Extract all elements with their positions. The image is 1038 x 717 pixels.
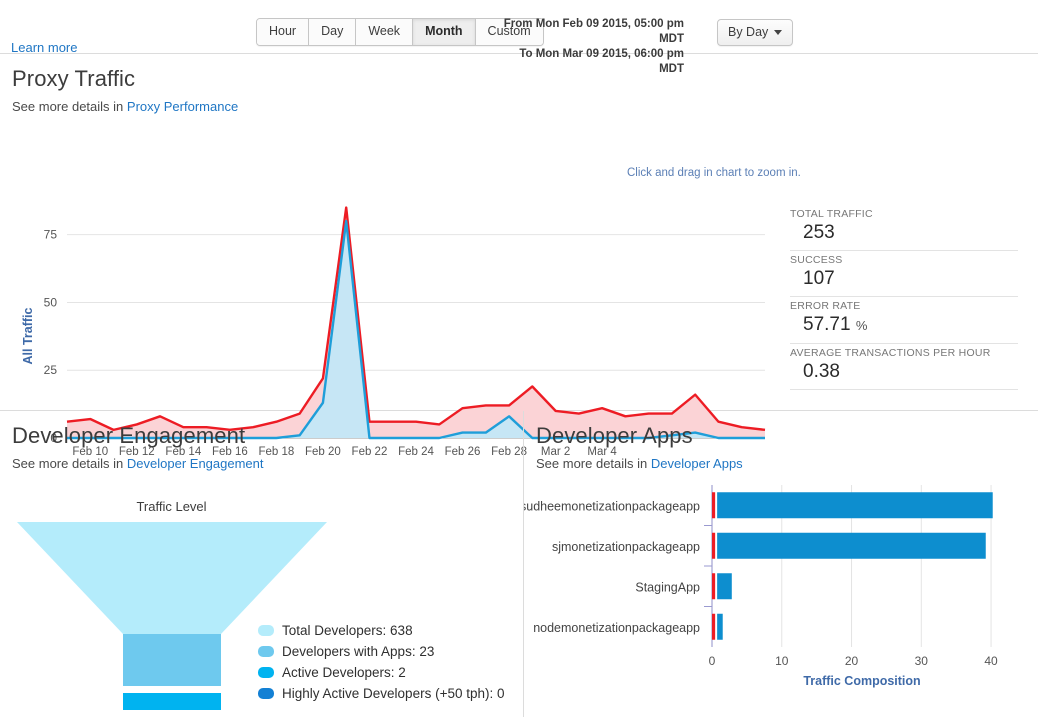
proxy-performance-link[interactable]: Proxy Performance xyxy=(127,99,238,114)
stat-success: SUCCESS 107 xyxy=(790,251,1018,297)
x-axis-tick: 10 xyxy=(775,654,789,668)
bar-segment-errors xyxy=(712,614,715,640)
bar-segment-traffic xyxy=(717,573,732,599)
time-range-button-group: Hour Day Week Month Custom xyxy=(256,18,544,46)
chevron-down-icon xyxy=(774,30,782,35)
stat-label: AVERAGE TRANSACTIONS PER HOUR xyxy=(790,347,1018,359)
bar-segment-errors xyxy=(712,573,715,599)
bar-segment-traffic xyxy=(717,533,986,559)
proxy-traffic-stats: TOTAL TRAFFIC 253 SUCCESS 107 ERROR RATE… xyxy=(790,206,1018,390)
legend-item-total-developers: Total Developers: 638 xyxy=(258,620,505,641)
de-subtitle-text: See more details in xyxy=(12,456,127,471)
bar-category-label: nodemonetizationpackageapp xyxy=(533,621,700,635)
series-area xyxy=(67,221,765,438)
bottom-row: Developer Engagement See more details in… xyxy=(0,411,1038,717)
developer-apps-bar-svg[interactable]: 0 10 20 30 40 Traffic Composition sudheemoneti… xyxy=(524,481,1024,706)
funnel-stage-developers-with-apps xyxy=(123,634,221,686)
developer-apps-link[interactable]: Developer Apps xyxy=(651,456,743,471)
stat-value: 107 xyxy=(790,267,1018,291)
funnel-legend: Total Developers: 638 Developers with Ap… xyxy=(258,620,505,704)
stat-label: TOTAL TRAFFIC xyxy=(790,208,1018,220)
legend-label: Total Developers: 638 xyxy=(282,620,413,641)
legend-swatch xyxy=(258,667,274,678)
bar-segment-traffic xyxy=(717,614,723,640)
stat-label: SUCCESS xyxy=(790,254,1018,266)
x-axis-tick: 40 xyxy=(984,654,998,668)
top-toolbar: Learn more Hour Day Week Month Custom Fr… xyxy=(0,0,1038,54)
legend-swatch xyxy=(258,646,274,657)
y-axis-label: All Traffic xyxy=(21,307,35,364)
x-axis-tick: 20 xyxy=(845,654,859,668)
stat-label: ERROR RATE xyxy=(790,300,1018,312)
stat-number: 57.71 xyxy=(803,314,851,335)
x-axis-tick: 0 xyxy=(709,654,716,668)
stat-total-traffic: TOTAL TRAFFIC 253 xyxy=(790,206,1018,251)
series-area xyxy=(67,208,765,438)
stat-unit: % xyxy=(856,318,868,333)
bar-segment-errors xyxy=(712,533,715,559)
legend-swatch xyxy=(258,625,274,636)
proxy-traffic-subtitle: See more details in Proxy Performance xyxy=(12,99,1038,114)
developer-engagement-subtitle: See more details in Developer Engagement xyxy=(12,456,523,471)
bar-category-label: sjmonetizationpackageapp xyxy=(552,540,700,554)
range-tab-month[interactable]: Month xyxy=(413,19,475,45)
developer-apps-title: Developer Apps xyxy=(536,423,1038,449)
stat-avg-transactions-per-hour: AVERAGE TRANSACTIONS PER HOUR 0.38 xyxy=(790,344,1018,390)
bar-category-label: StagingApp xyxy=(635,580,700,594)
y-axis-tick: 75 xyxy=(44,228,58,242)
proxy-traffic-title: Proxy Traffic xyxy=(12,66,1038,92)
legend-label: Developers with Apps: 23 xyxy=(282,641,434,662)
stat-number: 253 xyxy=(803,222,835,243)
stat-number: 0.38 xyxy=(803,361,840,382)
stat-number: 107 xyxy=(803,268,835,289)
range-tab-hour[interactable]: Hour xyxy=(257,19,309,45)
legend-item-developers-with-apps: Developers with Apps: 23 xyxy=(258,641,505,662)
legend-item-active-developers: Active Developers: 2 xyxy=(258,662,505,683)
developer-apps-panel: Developer Apps See more details in Devel… xyxy=(524,411,1038,717)
legend-label: Highly Active Developers (+50 tph): 0 xyxy=(282,683,505,704)
date-range-from: From Mon Feb 09 2015, 05:00 pm MDT xyxy=(502,17,684,47)
stat-error-rate: ERROR RATE 57.71 % xyxy=(790,297,1018,344)
developer-engagement-link[interactable]: Developer Engagement xyxy=(127,456,264,471)
range-tab-day[interactable]: Day xyxy=(309,19,356,45)
funnel-stage-total-developers xyxy=(17,522,327,634)
learn-more-link[interactable]: Learn more xyxy=(11,40,77,55)
developer-engagement-title: Developer Engagement xyxy=(12,423,523,449)
series-line xyxy=(67,221,765,438)
legend-item-highly-active-developers: Highly Active Developers (+50 tph): 0 xyxy=(258,683,505,704)
stat-value: 0.38 xyxy=(790,360,1018,384)
series-line xyxy=(67,208,765,430)
granularity-label: By Day xyxy=(728,25,768,39)
proxy-subtitle-text: See more details in xyxy=(12,99,127,114)
x-axis-label: Traffic Composition xyxy=(803,674,920,688)
funnel-chart-title: Traffic Level xyxy=(0,499,343,514)
stat-value: 57.71 % xyxy=(790,313,1018,338)
stat-value: 253 xyxy=(790,221,1018,245)
x-axis-tick: 30 xyxy=(915,654,929,668)
funnel-stage-active-developers xyxy=(123,693,221,710)
granularity-dropdown[interactable]: By Day xyxy=(717,19,793,46)
legend-swatch xyxy=(258,688,274,699)
funnel-separator xyxy=(123,686,221,690)
bar-category-label: sudheemonetizationpackageapp xyxy=(524,499,700,513)
y-axis-tick: 25 xyxy=(44,363,58,377)
chart-zoom-hint: Click and drag in chart to zoom in. xyxy=(627,167,801,179)
range-tab-week[interactable]: Week xyxy=(356,19,413,45)
bar-segment-errors xyxy=(712,492,715,518)
y-axis-tick: 50 xyxy=(44,295,58,309)
bar-segment-traffic xyxy=(717,492,993,518)
developer-apps-subtitle: See more details in Developer Apps xyxy=(536,456,1038,471)
proxy-traffic-panel: Proxy Traffic See more details in Proxy … xyxy=(0,54,1038,411)
da-subtitle-text: See more details in xyxy=(536,456,651,471)
legend-label: Active Developers: 2 xyxy=(282,662,406,683)
